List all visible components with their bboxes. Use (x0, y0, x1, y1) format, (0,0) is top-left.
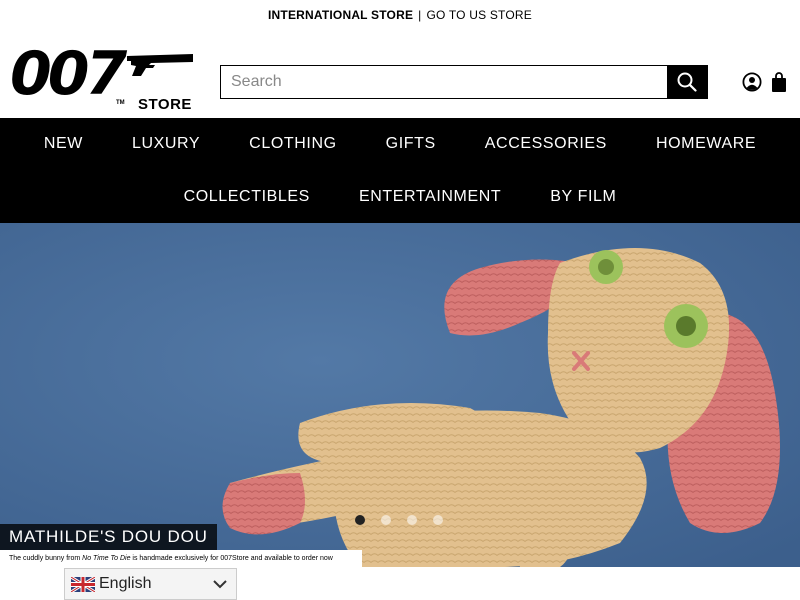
hero-subtitle-film: No Time To Die (82, 555, 131, 562)
site-header: 007 TM STORE (0, 30, 800, 118)
logo-trademark: TM (116, 100, 125, 106)
shopping-bag-icon[interactable] (771, 72, 787, 92)
nav-item-by-film[interactable]: BY FILM (526, 188, 641, 206)
search-button[interactable] (667, 66, 707, 98)
hero-title: MATHILDE'S DOU DOU (0, 524, 217, 550)
carousel-dot-4[interactable] (433, 515, 443, 525)
nav-item-gifts[interactable]: GIFTS (361, 135, 460, 153)
gun-icon (127, 54, 193, 76)
nav-item-entertainment[interactable]: ENTERTAINMENT (334, 188, 525, 206)
hero-banner[interactable]: MATHILDE'S DOU DOU The cuddly bunny from… (0, 223, 800, 567)
search-bar (220, 65, 708, 99)
carousel-indicators (355, 515, 443, 525)
store-switch-bar: INTERNATIONAL STORE | GO TO US STORE (0, 0, 800, 30)
chevron-down-icon (213, 580, 227, 589)
nav-item-accessories[interactable]: ACCESSORIES (460, 135, 631, 153)
nav-item-luxury[interactable]: LUXURY (107, 135, 224, 153)
carousel-dot-1[interactable] (355, 515, 365, 525)
logo-number: 007 (10, 39, 127, 109)
uk-flag-icon (71, 576, 95, 592)
store-separator: | (418, 8, 422, 22)
search-icon (677, 72, 697, 92)
nav-row-primary: NEW LUXURY CLOTHING GIFTS ACCESSORIES HO… (0, 135, 800, 153)
hero-subtitle: The cuddly bunny from No Time To Die is … (0, 550, 362, 567)
logo-store-text: STORE (138, 96, 192, 113)
current-store-label: INTERNATIONAL STORE (268, 8, 414, 22)
nav-row-secondary: COLLECTIBLES ENTERTAINMENT BY FILM (0, 188, 800, 206)
nav-item-collectibles[interactable]: COLLECTIBLES (159, 188, 334, 206)
nav-item-homeware[interactable]: HOMEWARE (631, 135, 780, 153)
main-navigation: NEW LUXURY CLOTHING GIFTS ACCESSORIES HO… (0, 118, 800, 223)
hero-subtitle-end: is handmade exclusively for 007Store and… (130, 555, 333, 562)
go-to-us-store-link[interactable]: GO TO US STORE (426, 8, 532, 22)
language-label: English (99, 575, 152, 592)
nav-item-new[interactable]: NEW (19, 135, 107, 153)
carousel-dot-2[interactable] (381, 515, 391, 525)
nav-item-clothing[interactable]: CLOTHING (225, 135, 361, 153)
carousel-dot-3[interactable] (407, 515, 417, 525)
language-selector[interactable]: English (64, 568, 237, 600)
hero-subtitle-start: The cuddly bunny from (9, 555, 83, 562)
account-icon[interactable] (742, 72, 762, 92)
search-input[interactable] (221, 66, 667, 98)
007-store-logo[interactable]: 007 TM STORE (10, 44, 194, 114)
